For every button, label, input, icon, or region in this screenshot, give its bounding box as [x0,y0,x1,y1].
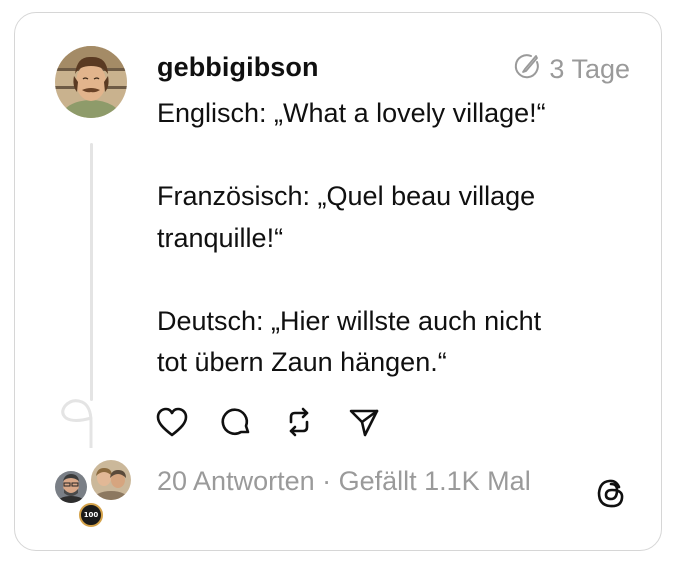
repost-button[interactable] [283,404,347,440]
action-bar [155,404,411,440]
post-line: tot übern Zaun hängen.“ [157,347,447,377]
share-button[interactable] [347,404,411,440]
username[interactable]: gebbigibson [157,52,319,83]
post-line: Deutsch: „Hier willste auch nicht [157,305,542,336]
comment-icon [221,408,250,436]
threads-logo-icon[interactable] [596,476,626,515]
send-icon [349,409,379,437]
repost-icon [289,407,309,437]
badge-100: 100 [79,503,103,527]
post-line: Französisch: „Quel beau village [157,181,536,211]
thread-line [90,143,93,401]
reply-button[interactable] [219,404,283,440]
post-line: Englisch: „What a lovely village!“ [157,98,546,128]
edited-icon [513,52,541,87]
heart-icon [156,407,188,437]
post-meta: 3 Tage [513,52,630,87]
thread-loop-icon [60,396,96,453]
post-time[interactable]: 3 Tage [549,54,630,85]
like-button[interactable] [155,404,219,440]
author-avatar[interactable] [55,46,127,118]
reply-avatar[interactable] [89,458,133,502]
post-line: tranquille!“ [157,222,284,253]
post-stats[interactable]: 20 Antworten · Gefällt 1.1K Mal [157,466,531,497]
post-text: Englisch: „What a lovely village!“ Franz… [157,93,627,384]
reply-avatar[interactable] [53,469,89,505]
